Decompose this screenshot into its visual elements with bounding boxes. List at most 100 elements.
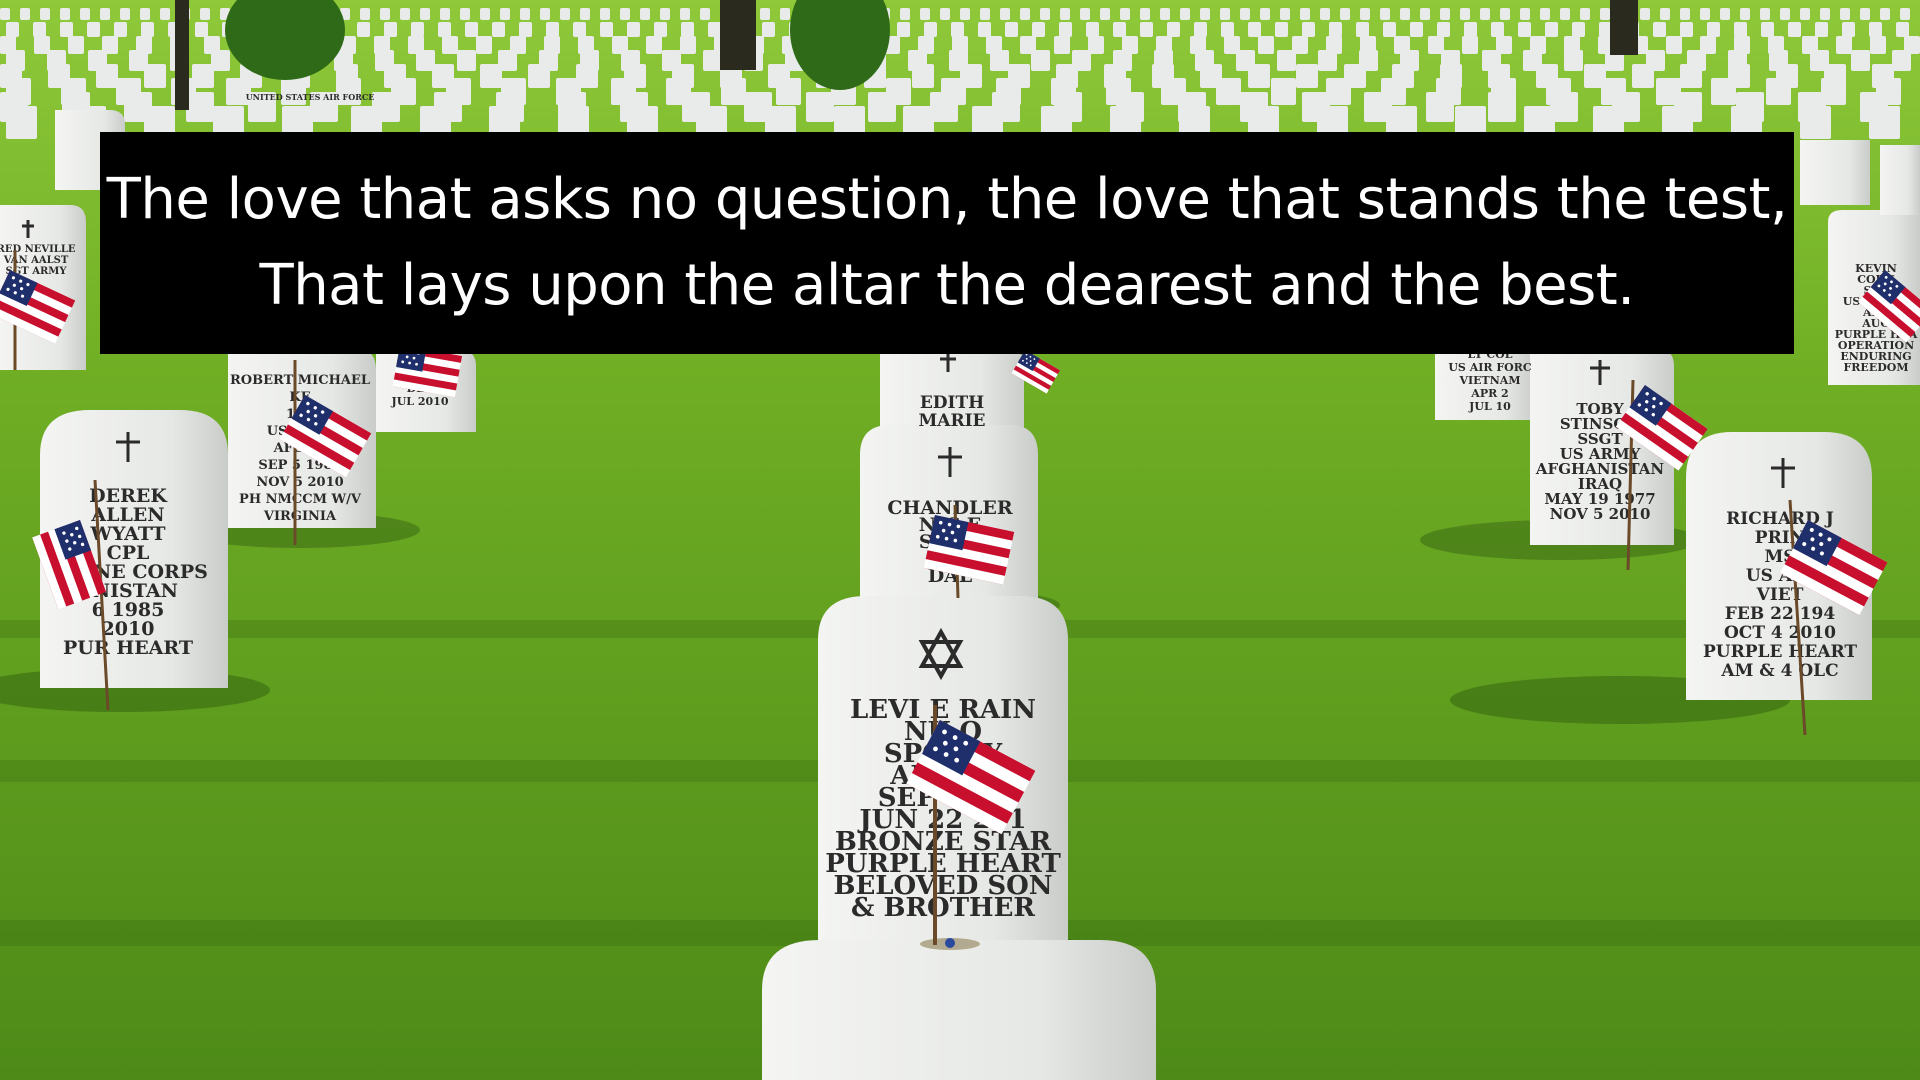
distant-headstone bbox=[100, 8, 110, 20]
distant-headstone bbox=[1480, 8, 1490, 20]
distant-headstone bbox=[60, 22, 73, 37]
distant-headstone bbox=[1380, 8, 1390, 20]
distant-headstone bbox=[492, 22, 505, 37]
distant-headstone bbox=[1653, 22, 1666, 37]
quote-line-1: The love that asks no question, the love… bbox=[106, 167, 1788, 232]
distant-headstone bbox=[1600, 8, 1610, 20]
distant-headstone bbox=[1734, 22, 1747, 37]
distant-headstone bbox=[87, 22, 100, 37]
distant-headstone bbox=[1660, 8, 1670, 20]
distant-headstone bbox=[141, 22, 154, 37]
inscription-line: JUL 10 bbox=[1468, 400, 1511, 413]
distant-headstone bbox=[1869, 22, 1882, 37]
distant-headstone bbox=[627, 22, 640, 37]
distant-headstone bbox=[1711, 78, 1736, 105]
inscription-line: PUR HEART bbox=[63, 637, 193, 659]
distant-headstone bbox=[1059, 22, 1072, 37]
distant-headstone bbox=[1031, 50, 1050, 71]
inscription-line: VIETNAM bbox=[1458, 374, 1520, 387]
distant-headstone bbox=[465, 22, 478, 37]
distant-headstone bbox=[380, 8, 390, 20]
inscription-line: PH NMCCM W/V bbox=[239, 492, 362, 507]
distant-headstone bbox=[144, 64, 166, 88]
distant-headstone bbox=[1040, 8, 1050, 20]
distant-headstone bbox=[1700, 8, 1710, 20]
distant-headstone bbox=[1216, 78, 1241, 105]
distant-headstone bbox=[1464, 22, 1477, 37]
distant-headstone bbox=[1140, 8, 1150, 20]
distant-headstone bbox=[1545, 22, 1558, 37]
distant-headstone bbox=[1140, 22, 1153, 37]
distant-headstone bbox=[1221, 22, 1234, 37]
distant-headstone bbox=[1760, 8, 1770, 20]
distant-headstone bbox=[520, 8, 530, 20]
distant-headstone bbox=[1800, 106, 1831, 139]
distant-headstone bbox=[721, 78, 746, 105]
distant-headstone bbox=[680, 8, 690, 20]
distant-headstone bbox=[80, 8, 90, 20]
distant-headstone bbox=[357, 22, 370, 37]
distant-headstone bbox=[1892, 50, 1911, 71]
distant-headstone bbox=[1440, 8, 1450, 20]
distant-headstone bbox=[620, 8, 630, 20]
distant-headstone bbox=[114, 22, 127, 37]
distant-headstone bbox=[68, 36, 84, 54]
distant-headstone bbox=[1680, 22, 1693, 37]
distant-headstone bbox=[1086, 22, 1099, 37]
distant-headstone bbox=[1258, 36, 1274, 54]
distant-headstone bbox=[476, 36, 492, 54]
distant-headstone bbox=[1005, 22, 1018, 37]
distant-headstone bbox=[160, 8, 170, 20]
distant-headstone bbox=[1329, 22, 1342, 37]
distant-headstone bbox=[1260, 8, 1270, 20]
distant-headstone bbox=[1020, 8, 1030, 20]
distant-headstone bbox=[900, 8, 910, 20]
distant-headstone bbox=[1280, 8, 1290, 20]
distant-headstone bbox=[411, 22, 424, 37]
distant-headstone bbox=[1488, 92, 1516, 122]
distant-headstone bbox=[1080, 8, 1090, 20]
inscription-line: MARIE bbox=[918, 411, 985, 431]
distant-headstone bbox=[940, 8, 950, 20]
distant-headstone bbox=[990, 50, 1009, 71]
inscription-line: PURPLE HEART bbox=[1703, 642, 1857, 662]
inscription-line: EDITH bbox=[920, 393, 984, 413]
distant-headstone bbox=[1540, 8, 1550, 20]
inscription-line: RED NEVILLE bbox=[0, 244, 76, 255]
distant-headstone bbox=[1870, 36, 1886, 54]
distant-headstone bbox=[980, 8, 990, 20]
distant-headstone bbox=[1400, 8, 1410, 20]
distant-headstone bbox=[654, 22, 667, 37]
distant-headstone bbox=[600, 8, 610, 20]
distant-headstone bbox=[420, 8, 430, 20]
distant-headstone bbox=[1248, 64, 1270, 88]
distant-headstone bbox=[460, 8, 470, 20]
distant-headstone bbox=[762, 22, 775, 37]
foreground-headstone bbox=[762, 938, 1156, 1080]
inscription-line: NOV 5 2010 bbox=[256, 475, 343, 490]
distant-headstone bbox=[1302, 22, 1315, 37]
distant-headstone bbox=[1240, 8, 1250, 20]
distant-headstone bbox=[540, 8, 550, 20]
distant-headstone bbox=[440, 8, 450, 20]
distant-headstone bbox=[1860, 8, 1870, 20]
distant-headstone bbox=[33, 22, 46, 37]
distant-headstone bbox=[920, 8, 930, 20]
inscription-line: NOV 5 2010 bbox=[1550, 505, 1651, 523]
distant-headstone bbox=[1840, 8, 1850, 20]
distant-headstone bbox=[776, 78, 801, 105]
distant-headstone bbox=[1460, 8, 1470, 20]
distant-headstone bbox=[480, 8, 490, 20]
distant-headstone bbox=[703, 50, 722, 71]
distant-headstone bbox=[978, 22, 991, 37]
inscription-line: ROBERT MICHAEL bbox=[230, 373, 370, 388]
distant-headstone bbox=[442, 36, 458, 54]
inscription-line: & BROTHER bbox=[851, 893, 1035, 923]
quote-line-2: That lays upon the altar the dearest and… bbox=[259, 253, 1635, 318]
distant-headstone bbox=[500, 8, 510, 20]
inscription-line: UNITED STATES AIR FORCE bbox=[246, 92, 375, 102]
inscription-line: FREEDOM bbox=[1843, 361, 1908, 374]
distant-headstone bbox=[6, 22, 19, 37]
distant-headstone bbox=[912, 64, 934, 88]
distant-headstone bbox=[1054, 36, 1070, 54]
